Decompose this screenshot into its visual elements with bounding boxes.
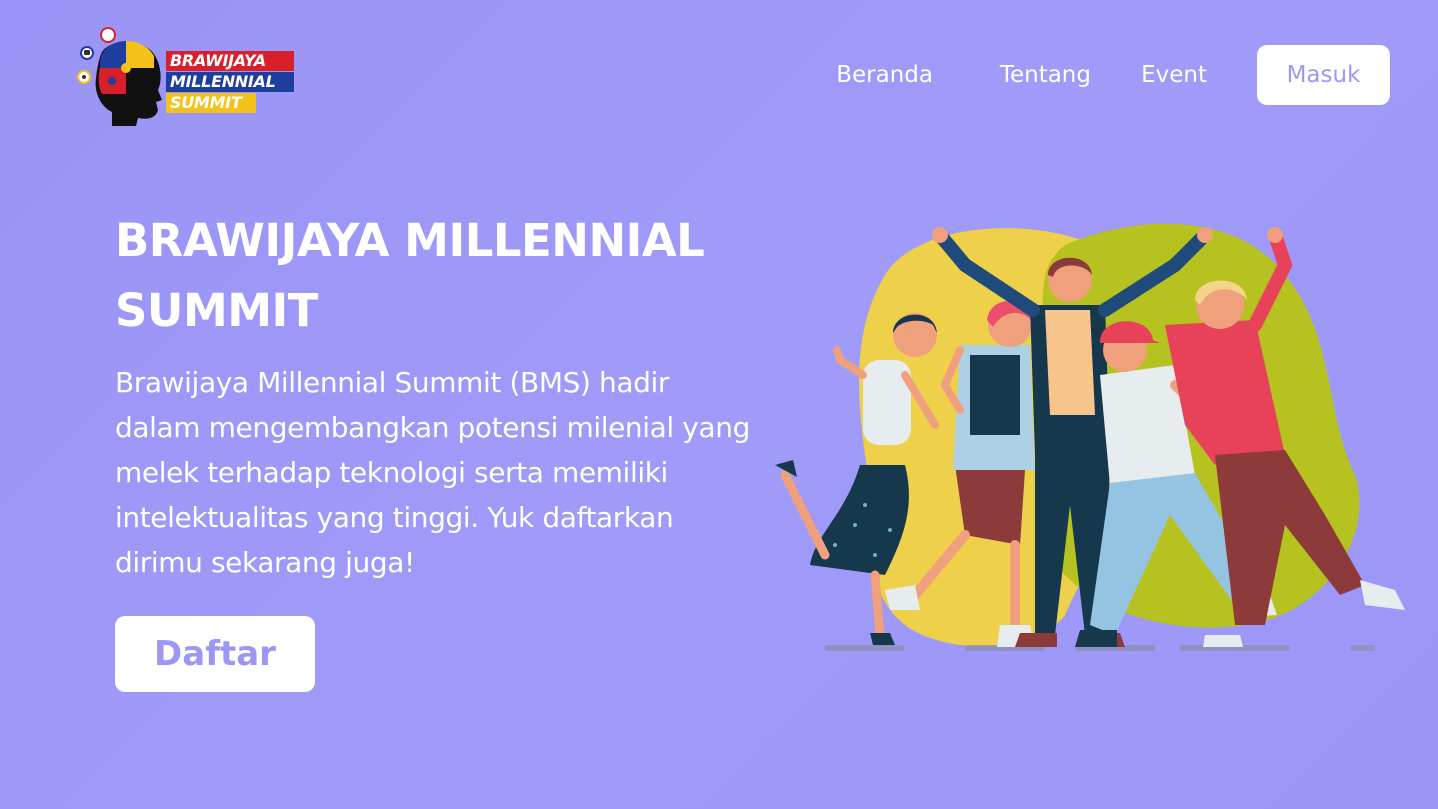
- logo-wordmark: BRAWIJAYA MILLENNIAL SUMMIT: [166, 51, 294, 114]
- logo-line-1: BRAWIJAYA: [166, 51, 294, 71]
- logo-line-3: SUMMIT: [166, 93, 256, 113]
- nav-event[interactable]: Event: [1141, 62, 1207, 88]
- logo-line-2: MILLENNIAL: [166, 72, 294, 92]
- hero-description: Brawijaya Millennial Summit (BMS) hadir …: [115, 366, 750, 579]
- main-nav: Beranda Tentang Event Masuk: [790, 45, 1390, 105]
- group-of-friends-illustration: [775, 223, 1405, 651]
- hero-title: BRAWIJAYA MILLENNIAL SUMMIT: [115, 214, 705, 337]
- brain-puzzle-head-icon: [77, 27, 162, 127]
- nav-tentang[interactable]: Tentang: [1000, 62, 1091, 88]
- logo[interactable]: BRAWIJAYA MILLENNIAL SUMMIT: [72, 24, 302, 128]
- login-button[interactable]: Masuk: [1257, 45, 1390, 105]
- nav-beranda[interactable]: Beranda: [836, 62, 933, 88]
- register-button[interactable]: Daftar: [115, 616, 315, 692]
